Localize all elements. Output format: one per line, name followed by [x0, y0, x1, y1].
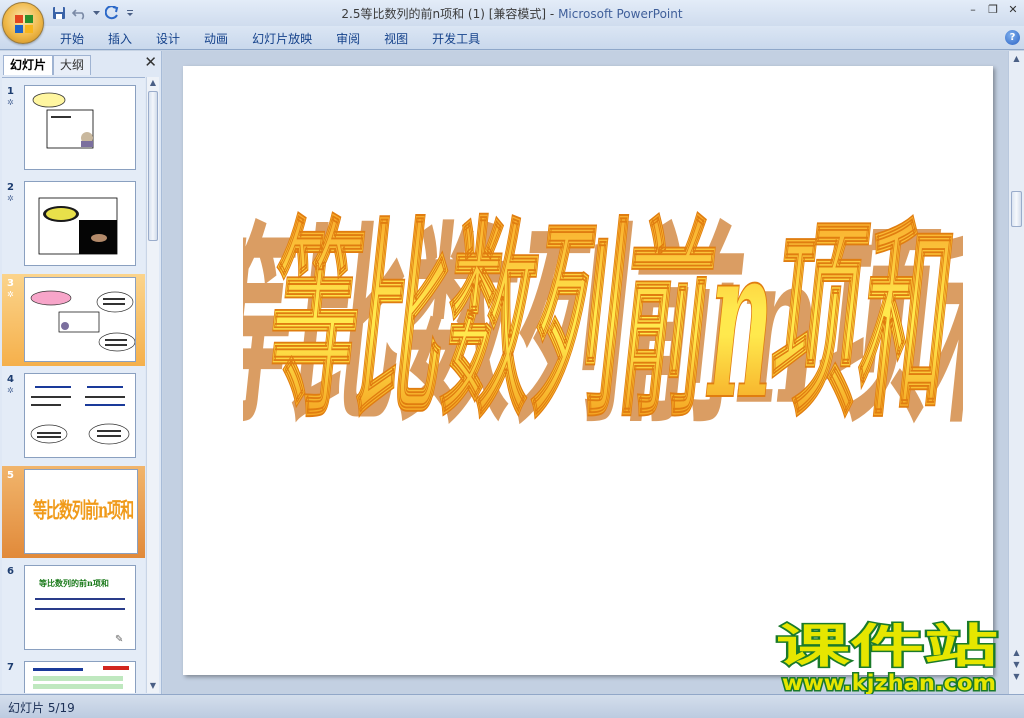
slide-number: 4: [7, 374, 14, 385]
slide-number: 2: [7, 182, 14, 193]
scroll-down-arrow-icon[interactable]: ▼: [1010, 671, 1023, 683]
slide-thumbnail-5[interactable]: 5 等比数列前n项和: [2, 466, 145, 558]
close-button[interactable]: ✕: [1006, 3, 1020, 17]
tab-home[interactable]: 开始: [48, 30, 96, 48]
slide-2-preview-art: [38, 197, 118, 255]
scroll-up-arrow-icon[interactable]: ▲: [147, 77, 159, 89]
ribbon-tabs: 开始 插入 设计 动画 幻灯片放映 审阅 视图 开发工具: [48, 30, 492, 48]
tab-outline[interactable]: 大纲: [53, 55, 92, 75]
watermark-text: 课件站: [776, 619, 998, 673]
tab-slides[interactable]: 幻灯片: [3, 55, 54, 75]
slide-thumbnail-list: 1 ✲ 2 ✲ 3 ✲ 4 ✲ 5 等比数列前n项和 6 等比数列的前n项和 ✎…: [2, 77, 145, 693]
animation-star-icon: ✲: [7, 194, 14, 203]
minimize-button[interactable]: –: [966, 3, 980, 17]
slide-editor: 等比数列前n项和 等比数列前n项和: [163, 51, 1008, 694]
slide-4-preview-art: [30, 386, 130, 445]
slides-pane-scrollbar[interactable]: ▲ ▼: [146, 77, 159, 693]
scrollbar-thumb[interactable]: [148, 91, 158, 241]
slide-5-mini-title: 等比数列前n项和: [33, 499, 134, 524]
restore-button[interactable]: ❐: [986, 3, 1000, 17]
slide-3-preview-art: [30, 290, 135, 352]
tab-review[interactable]: 审阅: [324, 30, 372, 48]
slide-6-text-line: [35, 598, 125, 600]
slide-preview: [24, 661, 136, 693]
slide-preview: 等比数列的前n项和 ✎: [24, 565, 136, 650]
tab-developer[interactable]: 开发工具: [420, 30, 492, 48]
slide-thumbnail-4[interactable]: 4 ✲: [2, 370, 145, 462]
animation-star-icon: ✲: [7, 290, 14, 299]
window-controls: – ❐ ✕: [966, 3, 1020, 17]
slide-thumbnail-7[interactable]: 7: [2, 658, 145, 693]
help-icon[interactable]: ?: [1005, 30, 1020, 45]
animation-star-icon: ✲: [7, 386, 14, 395]
tab-animations[interactable]: 动画: [192, 30, 240, 48]
window-title: 2.5等比数列的前n项和 (1) [兼容模式] - Microsoft Powe…: [0, 5, 1024, 22]
slide-preview: [24, 85, 136, 170]
app-name: Microsoft PowerPoint: [558, 7, 683, 21]
pencil-icon: ✎: [115, 634, 124, 645]
tab-design[interactable]: 设计: [144, 30, 192, 48]
animation-star-icon: ✲: [7, 98, 14, 107]
scroll-up-arrow-icon[interactable]: ▲: [1010, 53, 1023, 65]
slide-number: 3: [7, 278, 14, 289]
slide-thumbnail-6[interactable]: 6 等比数列的前n项和 ✎: [2, 562, 145, 654]
slide-number: 5: [7, 470, 14, 481]
slide-number: 6: [7, 566, 14, 577]
office-logo-icon: [15, 15, 33, 33]
slide-6-mini-title: 等比数列的前n项和: [39, 578, 109, 588]
scroll-down-arrow-icon[interactable]: ▼: [147, 680, 159, 692]
pane-tabs: 幻灯片 大纲: [3, 53, 159, 75]
tab-slideshow[interactable]: 幻灯片放映: [240, 30, 324, 48]
office-button[interactable]: [2, 2, 44, 44]
slide-1-preview-art: [32, 92, 94, 149]
current-slide[interactable]: 等比数列前n项和 等比数列前n项和: [183, 66, 993, 675]
slide-title-wordart[interactable]: 等比数列前n项和 等比数列前n项和: [243, 176, 963, 476]
slide-preview: [24, 373, 136, 458]
scrollbar-thumb[interactable]: [1011, 191, 1022, 227]
slide-preview: 等比数列前n项和: [24, 469, 138, 554]
slide-number: 7: [7, 662, 14, 673]
slides-pane: 幻灯片 大纲 ✕ 1 ✲ 2 ✲ 3 ✲ 4 ✲ 5 等比数列前n项和 6 等比…: [0, 51, 162, 694]
wordart-text: 等比数列前n项和: [258, 198, 963, 447]
watermark-url: www.kjzhan.com: [782, 671, 996, 695]
slide-thumbnail-3[interactable]: 3 ✲: [2, 274, 145, 366]
status-bar: 幻灯片 5/19: [0, 694, 1024, 718]
editor-scrollbar[interactable]: ▲ ▲ ▼ ▼: [1008, 51, 1024, 694]
slide-counter: 幻灯片 5/19: [8, 701, 75, 715]
slide-preview: [24, 277, 136, 362]
document-title: 2.5等比数列的前n项和 (1) [兼容模式] -: [341, 7, 559, 21]
previous-slide-icon[interactable]: ▲: [1010, 647, 1023, 659]
slide-6-text-line: [35, 608, 125, 610]
slide-7-preview-art: [33, 666, 129, 689]
slide-preview: [24, 181, 136, 266]
ribbon-tab-bar: 开始 插入 设计 动画 幻灯片放映 审阅 视图 开发工具 ?: [0, 26, 1024, 50]
title-bar: 2.5等比数列的前n项和 (1) [兼容模式] - Microsoft Powe…: [0, 0, 1024, 26]
pane-close-button[interactable]: ✕: [144, 54, 157, 70]
next-slide-icon[interactable]: ▼: [1010, 659, 1023, 671]
watermark-logo: 课件站 www.kjzhan.com: [775, 618, 1000, 697]
slide-thumbnail-1[interactable]: 1 ✲: [2, 82, 145, 174]
tab-insert[interactable]: 插入: [96, 30, 144, 48]
tab-view[interactable]: 视图: [372, 30, 420, 48]
slide-number: 1: [7, 86, 14, 97]
slide-thumbnail-2[interactable]: 2 ✲: [2, 178, 145, 270]
